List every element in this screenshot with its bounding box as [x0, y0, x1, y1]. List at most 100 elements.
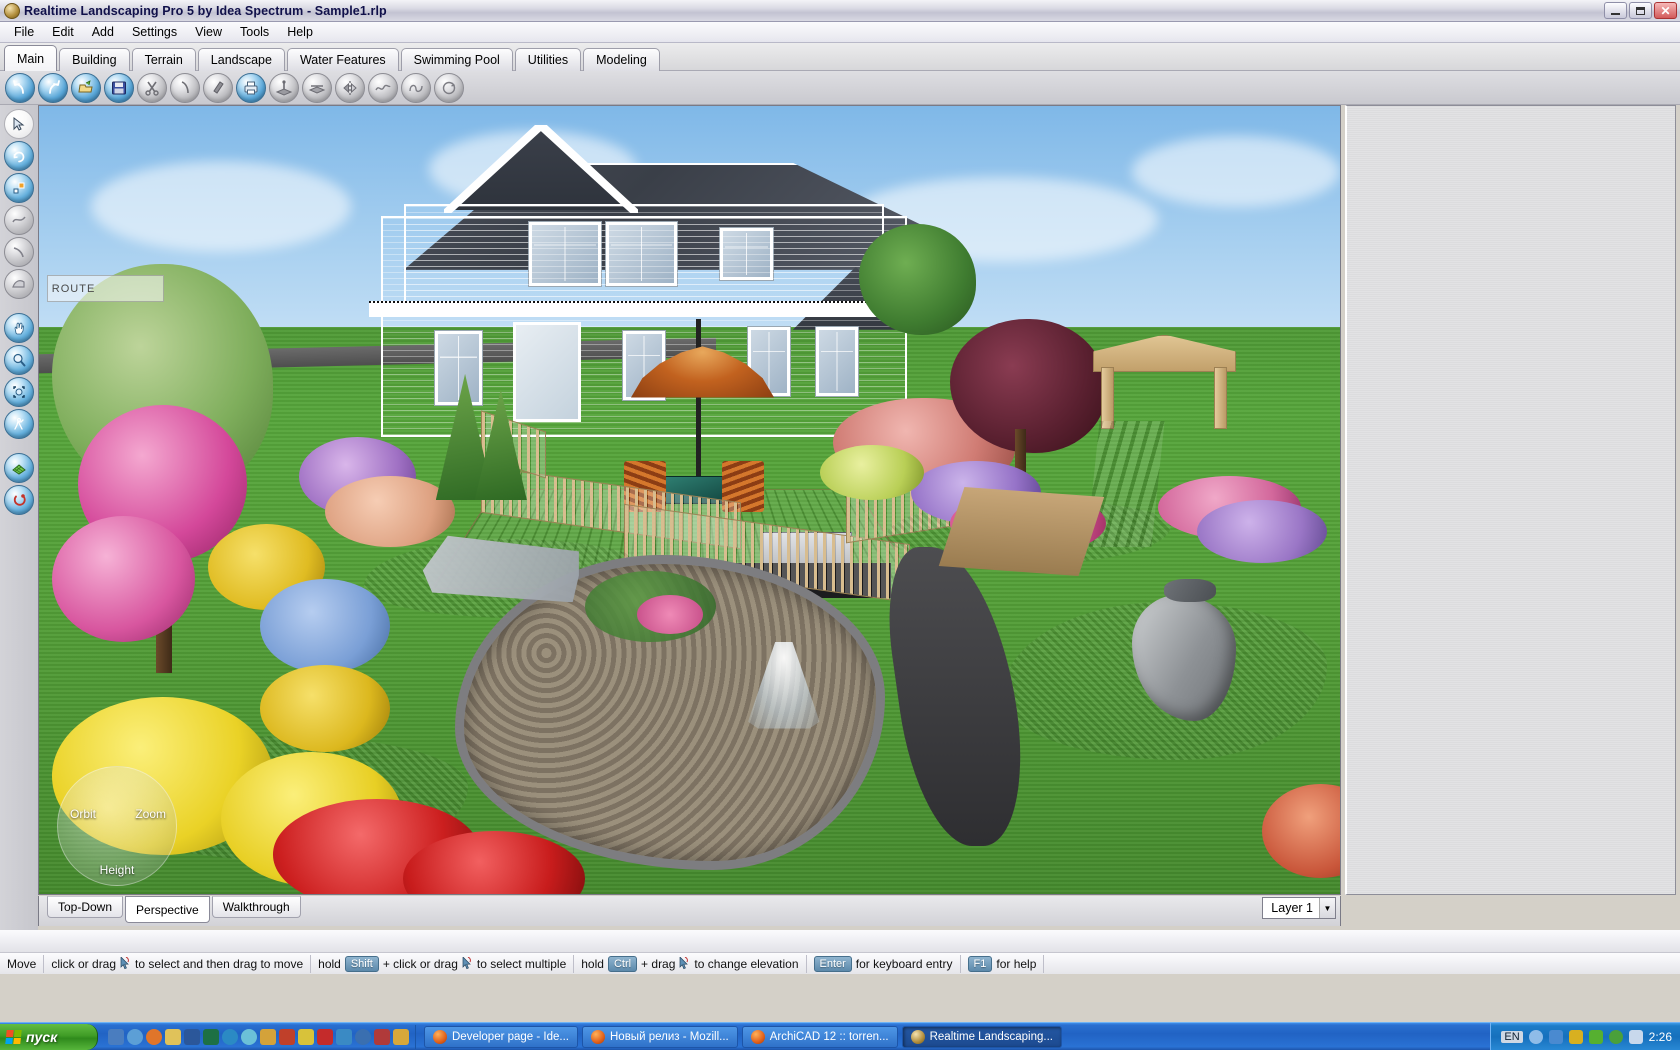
quicklaunch-icon-folder[interactable] — [260, 1028, 276, 1045]
taskbar-item-realtime-landscaping[interactable]: Realtime Landscaping... — [901, 1025, 1062, 1048]
tray-network-icon[interactable] — [1548, 1029, 1563, 1044]
walkthrough-tool[interactable] — [4, 409, 34, 439]
zoom-magnifier-tool[interactable] — [4, 345, 34, 375]
language-indicator[interactable]: EN — [1501, 1030, 1523, 1043]
layer-selector[interactable]: Layer 1 ▼ — [1262, 897, 1336, 919]
view-tab-top-down[interactable]: Top-Down — [47, 896, 124, 918]
draw-curve-tool[interactable] — [4, 205, 34, 235]
close-button[interactable]: ✕ — [1654, 2, 1677, 19]
taskbar-item-novyi-reliz[interactable]: Новый релиз - Mozill... — [582, 1025, 738, 1048]
chevron-down-icon[interactable]: ▼ — [1319, 898, 1335, 918]
orbit-tool[interactable] — [4, 485, 34, 515]
quicklaunch-icon-excel[interactable] — [203, 1028, 219, 1045]
tab-building[interactable]: Building — [59, 48, 130, 71]
taskbar-item-archicad[interactable]: ArchiCAD 12 :: torren... — [741, 1025, 898, 1048]
taskbar-item-developer-page[interactable]: Developer page - Ide... — [424, 1025, 578, 1048]
quicklaunch-icon-acrobat[interactable] — [317, 1028, 333, 1045]
orbit-zoom-compass[interactable]: Orbit Zoom Height — [57, 766, 177, 886]
blue-flower-shrub[interactable] — [260, 578, 391, 674]
quicklaunch-icon-firefox[interactable] — [146, 1028, 162, 1045]
minimize-button[interactable] — [1604, 2, 1627, 19]
menu-add[interactable]: Add — [83, 23, 123, 41]
chartreuse-shrub[interactable] — [819, 444, 924, 500]
redo-icon[interactable] — [38, 72, 68, 103]
menu-edit[interactable]: Edit — [43, 23, 83, 41]
rotate-object-icon — [434, 72, 464, 103]
title-bar: Realtime Landscaping Pro 5 by Idea Spect… — [0, 0, 1680, 22]
status-mode: Move — [0, 954, 45, 973]
maximize-button[interactable] — [1629, 2, 1652, 19]
garden-arbor[interactable] — [1092, 334, 1236, 430]
status-bar-upper — [0, 930, 1680, 952]
tab-terrain[interactable]: Terrain — [131, 48, 196, 71]
start-button-label: пуск — [26, 1028, 58, 1045]
quicklaunch-icon-paint[interactable] — [165, 1028, 181, 1045]
peach-azalea[interactable] — [325, 476, 456, 548]
open-folder-icon[interactable] — [71, 72, 101, 103]
key-ctrl: Ctrl — [607, 955, 638, 972]
quicklaunch-icon-battery[interactable] — [336, 1028, 352, 1045]
pan-hand-tool[interactable] — [4, 313, 34, 343]
mouse-cursor-icon — [120, 956, 131, 971]
firefox-icon — [750, 1029, 765, 1044]
tab-modeling[interactable]: Modeling — [583, 48, 660, 71]
quicklaunch-icon-globe[interactable] — [355, 1028, 371, 1045]
quicklaunch-icon-disc[interactable] — [241, 1028, 257, 1045]
zoom-window-tool[interactable] — [4, 377, 34, 407]
taskbar-window-list: Developer page - Ide... Новый релиз - Mo… — [416, 1025, 1490, 1048]
flatten-icon — [302, 72, 332, 103]
rotate-tool[interactable] — [4, 141, 34, 171]
menu-settings[interactable]: Settings — [123, 23, 186, 41]
water-lily[interactable] — [637, 594, 703, 634]
yellow-mums-c[interactable] — [260, 665, 391, 753]
view-tab-perspective[interactable]: Perspective — [125, 896, 210, 923]
menu-tools[interactable]: Tools — [231, 23, 278, 41]
hint-help-post: for help — [996, 956, 1037, 971]
purple-flowers-right-b[interactable] — [1196, 500, 1327, 564]
compass-height-label: Height — [99, 863, 135, 877]
main-toolbar — [0, 71, 1680, 105]
tab-main[interactable]: Main — [4, 45, 58, 71]
draw-line-tool[interactable] — [4, 237, 34, 267]
terrain-grid-tool[interactable] — [4, 453, 34, 483]
draw-polygon-tool[interactable] — [4, 269, 34, 299]
save-floppy-icon[interactable] — [104, 72, 134, 103]
layer-selector-value: Layer 1 — [1271, 901, 1313, 915]
pink-flower-shrub-a[interactable] — [52, 515, 196, 642]
print-icon[interactable] — [236, 72, 266, 103]
tray-show-hide-icon[interactable] — [1528, 1029, 1543, 1044]
tab-water-features[interactable]: Water Features — [286, 48, 399, 71]
hint-select-move-pre: click or drag — [51, 956, 117, 971]
system-tray: EN 2:26 — [1490, 1022, 1680, 1050]
scale-tool[interactable] — [4, 173, 34, 203]
quicklaunch-icon-1[interactable] — [108, 1028, 124, 1045]
3d-design-viewport[interactable]: ROUTE Orbit Zoom Height — [38, 105, 1341, 895]
start-button[interactable]: пуск — [0, 1023, 98, 1050]
tray-nvidia-icon[interactable] — [1588, 1029, 1603, 1044]
taskbar-item-label: Новый релиз - Mozill... — [610, 1030, 729, 1043]
wooden-bridge[interactable] — [938, 487, 1104, 576]
tray-antivirus-icon[interactable] — [1568, 1029, 1583, 1044]
menu-view[interactable]: View — [186, 23, 231, 41]
taskbar-clock[interactable]: 2:26 — [1649, 1030, 1672, 1044]
select-arrow-tool[interactable] — [4, 109, 34, 139]
tray-mail-icon[interactable] — [1628, 1029, 1643, 1044]
tray-shield-icon[interactable] — [1608, 1029, 1623, 1044]
hint-multi-pre: hold — [318, 956, 341, 971]
quicklaunch-icon-word[interactable] — [184, 1028, 200, 1045]
quicklaunch-icon-clock[interactable] — [393, 1028, 409, 1045]
undo-icon[interactable] — [5, 72, 35, 103]
window-lower-left — [434, 330, 482, 405]
hint-multi-mid: + click or drag — [382, 956, 458, 971]
quicklaunch-icon-volume[interactable] — [374, 1028, 390, 1045]
view-tab-walkthrough[interactable]: Walkthrough — [211, 896, 301, 918]
menu-help[interactable]: Help — [278, 23, 322, 41]
quicklaunch-icon-media-player[interactable] — [222, 1028, 238, 1045]
quicklaunch-icon-ie[interactable] — [127, 1028, 143, 1045]
quicklaunch-icon-flash[interactable] — [298, 1028, 314, 1045]
tab-landscape[interactable]: Landscape — [197, 48, 285, 71]
quicklaunch-icon-runner[interactable] — [279, 1028, 295, 1045]
tab-utilities[interactable]: Utilities — [514, 48, 582, 71]
menu-file[interactable]: File — [5, 23, 43, 41]
tab-swimming-pool[interactable]: Swimming Pool — [400, 48, 513, 71]
